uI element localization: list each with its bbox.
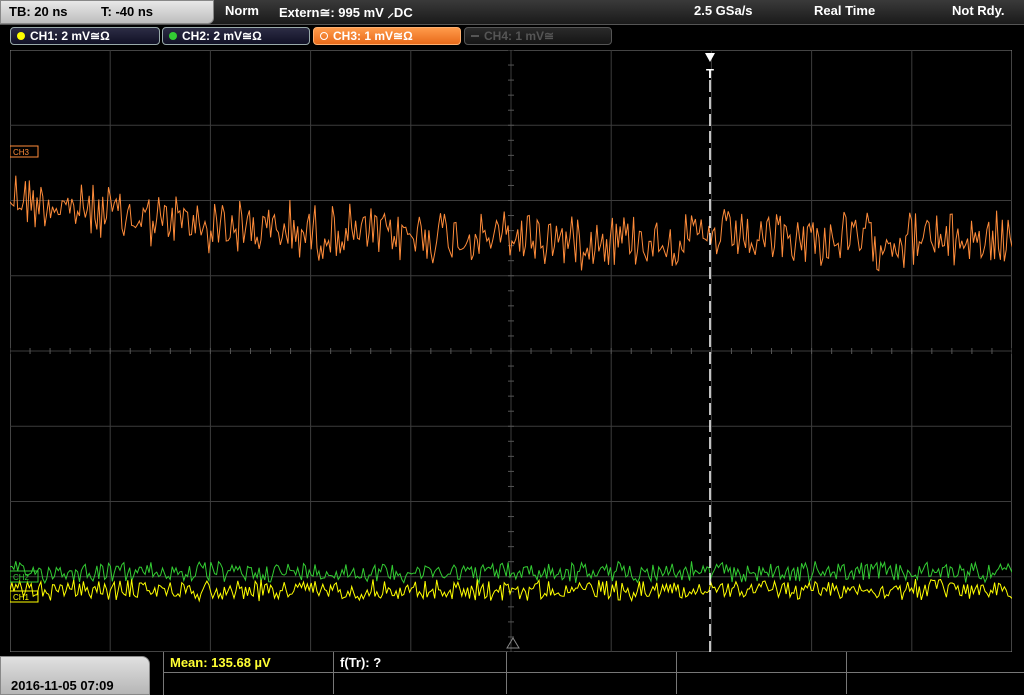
timebase-value: TB: 20 ns [9, 4, 68, 19]
freq-measurement: f(Tr): ? [340, 655, 382, 670]
top-status-bar: TB: 20 ns T: -40 ns Norm Extern≅: 995 mV… [0, 0, 1024, 25]
ch2-label: CH2: 2 mV≅Ω [182, 29, 262, 43]
datetime-box: 2016-11-05 07:09 [0, 656, 150, 695]
channel-tab-ch3[interactable]: CH3: 1 mV≅Ω [313, 27, 461, 45]
channel-tab-ch4[interactable]: CH4: 1 mV≅ [464, 27, 612, 45]
channel-tab-ch1[interactable]: CH1: 2 mV≅Ω [10, 27, 160, 45]
measurement-cell-mean[interactable]: Mean: 135.68 µV [164, 652, 334, 673]
trigger-source[interactable]: Extern≅: 995 mV ⸝DC [279, 3, 413, 21]
measurement-cell-empty-1[interactable] [507, 652, 677, 673]
acquisition-status: Not Rdy. [952, 3, 1005, 18]
measurement-cell-empty-8[interactable] [847, 673, 1024, 694]
ch3-label: CH3: 1 mV≅Ω [333, 29, 413, 43]
ch4-label: CH4: 1 mV≅ [484, 29, 555, 43]
trigger-time-value: T: -40 ns [101, 4, 154, 19]
svg-text:CH3: CH3 [13, 148, 30, 157]
measurement-cell-empty-4[interactable] [164, 673, 334, 694]
svg-text:CH1: CH1 [13, 593, 30, 602]
measurement-cell-freq[interactable]: f(Tr): ? [334, 652, 507, 673]
measurement-cell-empty-2[interactable] [677, 652, 847, 673]
channel-tab-ch2[interactable]: CH2: 2 mV≅Ω [162, 27, 310, 45]
mean-measurement: Mean: 135.68 µV [170, 655, 271, 670]
measurement-cell-empty-7[interactable] [677, 673, 847, 694]
timebase-box[interactable]: TB: 20 ns T: -40 ns [0, 0, 214, 24]
channel-bar: CH1: 2 mV≅Ω CH2: 2 mV≅Ω CH3: 1 mV≅Ω CH4:… [0, 26, 1024, 48]
ch1-indicator-icon [17, 32, 25, 40]
measurement-panel[interactable]: Mean: 135.68 µV f(Tr): ? [163, 652, 1024, 695]
measurement-cell-empty-5[interactable] [334, 673, 507, 694]
waveform-display[interactable]: T CH3 CH2 CH1 [10, 50, 1012, 652]
measurement-cell-empty-3[interactable] [847, 652, 1024, 673]
sample-rate: 2.5 GSa/s [694, 3, 753, 18]
ch2-indicator-icon [169, 32, 177, 40]
measurement-cell-empty-6[interactable] [507, 673, 677, 694]
ch3-indicator-icon [320, 32, 328, 40]
datetime: 2016-11-05 07:09 [11, 678, 114, 693]
trigger-marker-label: T [706, 66, 714, 81]
ch1-label: CH1: 2 mV≅Ω [30, 29, 110, 43]
ch4-indicator-icon [471, 35, 479, 37]
trigger-mode[interactable]: Norm [225, 3, 259, 18]
acquisition-mode: Real Time [814, 3, 876, 18]
svg-text:CH2: CH2 [13, 573, 30, 582]
